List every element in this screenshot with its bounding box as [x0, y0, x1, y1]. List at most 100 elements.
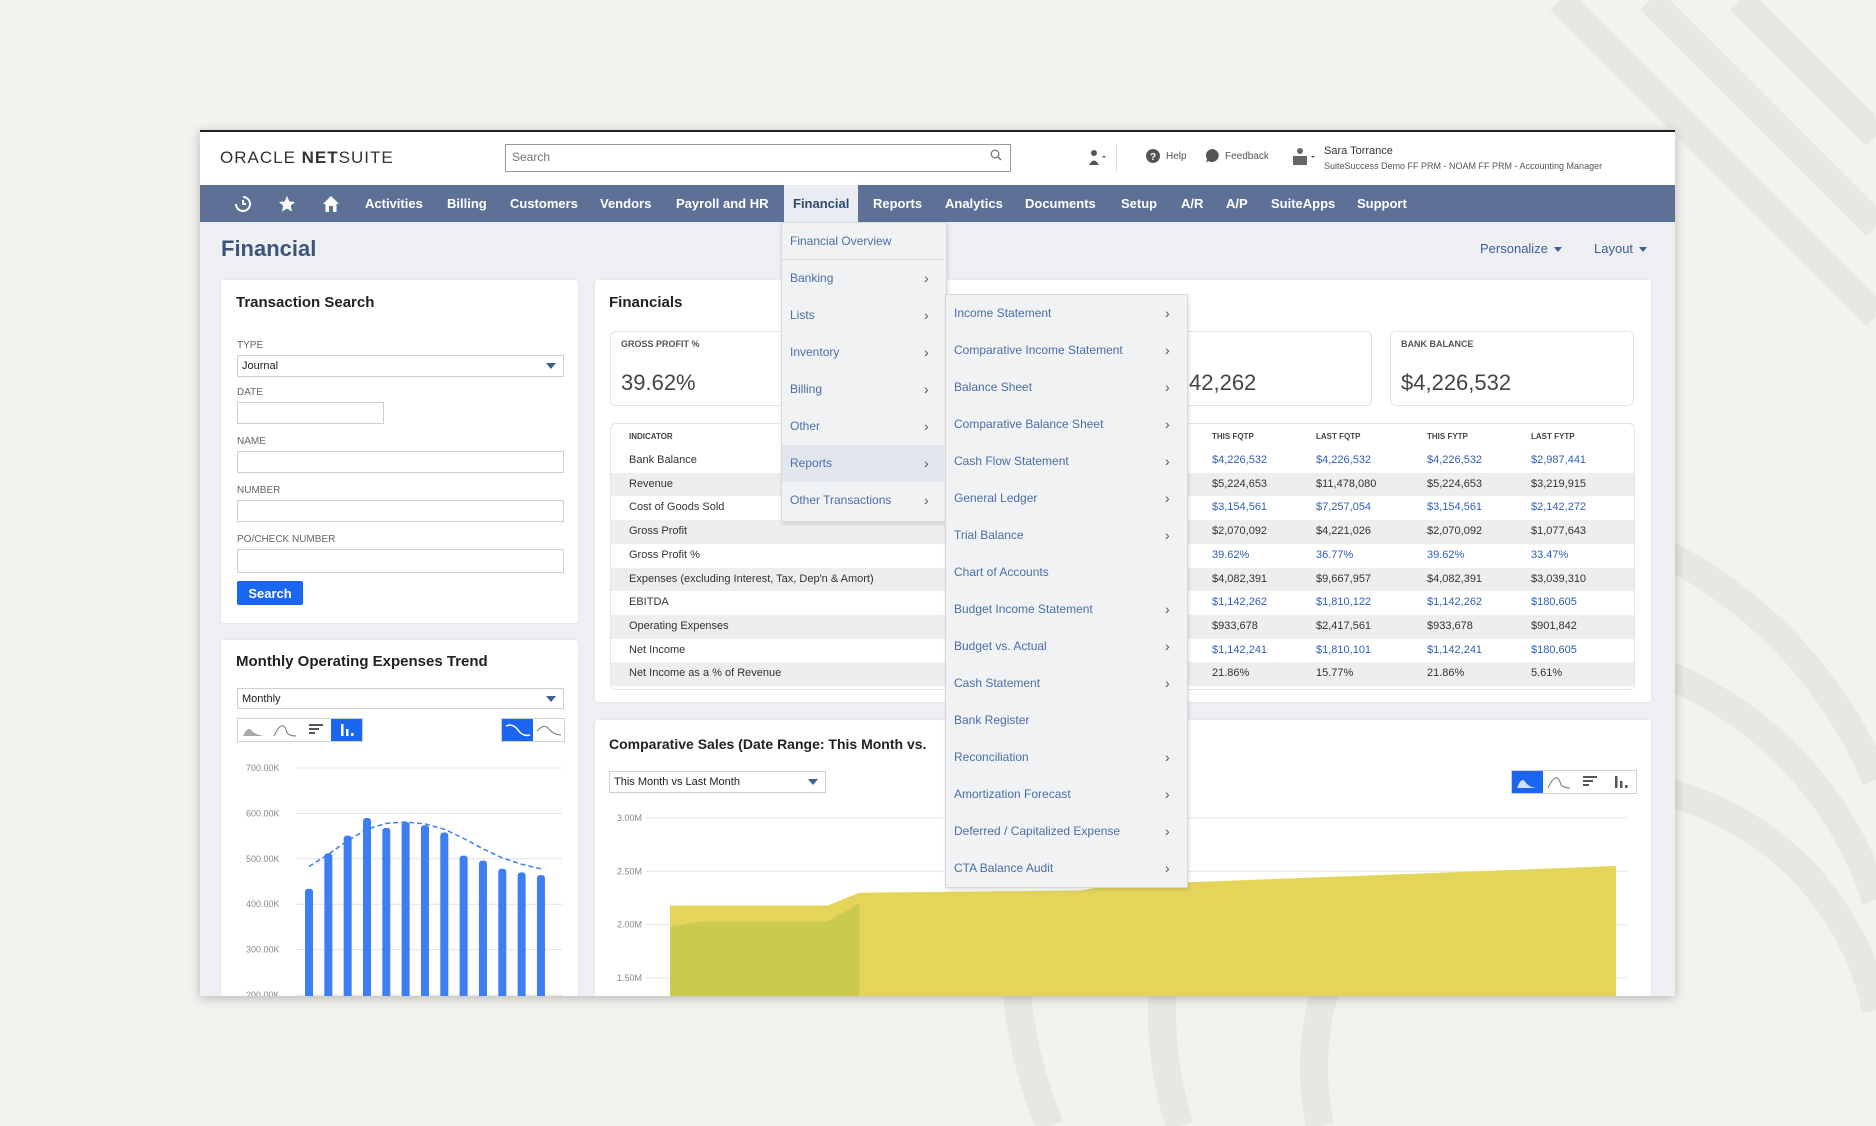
table-cell-value[interactable]: $2,142,272	[1531, 501, 1586, 513]
menu-item-reconciliation[interactable]: Reconciliation ›	[946, 739, 1185, 776]
menu-item-amortization-forecast[interactable]: Amortization Forecast ›	[946, 776, 1185, 813]
bar[interactable]	[382, 827, 391, 996]
table-cell-value[interactable]: 39.62%	[1212, 549, 1249, 561]
layout-button[interactable]: Layout	[1594, 241, 1648, 256]
bar[interactable]	[536, 875, 545, 996]
table-cell-value[interactable]: $180,605	[1531, 644, 1577, 656]
po-check-number-input[interactable]	[237, 549, 564, 573]
table-cell-value: $4,221,026	[1316, 525, 1372, 538]
nav-reports[interactable]: Reports	[873, 185, 922, 222]
role-icon[interactable]	[1290, 146, 1318, 168]
table-cell-value[interactable]: $1,810,122	[1316, 596, 1371, 608]
menu-item-trial-balance[interactable]: Trial Balance ›	[946, 517, 1185, 554]
nav-financial[interactable]: Financial	[784, 185, 859, 222]
menu-item-lists[interactable]: Lists ›	[782, 297, 944, 334]
menu-item-banking[interactable]: Banking ›	[782, 260, 944, 297]
bar[interactable]	[517, 872, 526, 996]
menu-item-chart-of-accounts[interactable]: Chart of Accounts	[946, 554, 1185, 591]
nav-a-r[interactable]: A/R	[1181, 185, 1203, 222]
menu-item-other[interactable]: Other ›	[782, 408, 944, 445]
nav-activities[interactable]: Activities	[365, 185, 423, 222]
kpi-card-bank-balance[interactable]: BANK BALANCE $4,226,532	[1390, 331, 1634, 406]
table-cell-value[interactable]: $1,142,241	[1427, 644, 1482, 656]
nav-support[interactable]: Support	[1357, 185, 1407, 222]
user-name[interactable]: Sara Torrance	[1324, 145, 1393, 157]
table-cell-value[interactable]: $3,154,561	[1427, 501, 1482, 513]
help-link[interactable]: Help	[1166, 151, 1187, 162]
chevron-right-icon: ›	[924, 418, 929, 434]
menu-item-comparative-balance-sheet[interactable]: Comparative Balance Sheet ›	[946, 406, 1185, 443]
star-icon[interactable]	[277, 194, 297, 214]
table-cell-value[interactable]: $2,987,441	[1531, 454, 1586, 466]
nav-a-p[interactable]: A/P	[1226, 185, 1248, 222]
table-cell-value[interactable]: $4,226,532	[1427, 454, 1482, 466]
number-input[interactable]	[237, 500, 564, 522]
table-cell-value[interactable]: $7,257,054	[1316, 501, 1371, 513]
nav-payroll-and-hr[interactable]: Payroll and HR	[676, 185, 768, 222]
nav-customers[interactable]: Customers	[510, 185, 578, 222]
user-switch-icon[interactable]	[1086, 148, 1108, 168]
table-cell-value[interactable]: $3,154,561	[1212, 501, 1267, 513]
nav-documents[interactable]: Documents	[1025, 185, 1096, 222]
header-divider	[1116, 144, 1117, 172]
bar[interactable]	[401, 822, 410, 996]
table-cell-indicator: Revenue	[629, 477, 674, 490]
table-cell-value[interactable]: $180,605	[1531, 596, 1577, 608]
table-cell-value[interactable]: $1,810,101	[1316, 644, 1371, 656]
menu-item-inventory[interactable]: Inventory ›	[782, 334, 944, 371]
nav-setup[interactable]: Setup	[1121, 185, 1157, 222]
menu-item-reports[interactable]: Reports ›	[782, 445, 944, 482]
portlet-title: Financials	[609, 294, 683, 311]
table-cell-value: $3,219,915	[1531, 477, 1587, 490]
recent-icon[interactable]	[233, 194, 253, 214]
menu-item-other-transactions[interactable]: Other Transactions ›	[782, 482, 944, 519]
menu-item-budget-vs-actual[interactable]: Budget vs. Actual ›	[946, 628, 1185, 665]
menu-item-financial-overview[interactable]: Financial Overview	[782, 223, 944, 260]
table-cell-value[interactable]: $1,142,241	[1212, 644, 1267, 656]
menu-item-budget-income-statement[interactable]: Budget Income Statement ›	[946, 591, 1185, 628]
bar[interactable]	[362, 817, 371, 996]
bar[interactable]	[305, 888, 313, 996]
menu-item-billing[interactable]: Billing ›	[782, 371, 944, 408]
menu-item-deferred-capitalized-expense[interactable]: Deferred / Capitalized Expense ›	[946, 813, 1185, 850]
menu-item-comparative-income-statement[interactable]: Comparative Income Statement ›	[946, 332, 1185, 369]
bar[interactable]	[478, 860, 487, 996]
table-cell-value[interactable]: $4,226,532	[1316, 454, 1371, 466]
oracle-netsuite-logo[interactable]: ORACLE NETSUITE	[220, 148, 394, 168]
bar[interactable]	[440, 832, 449, 996]
type-select[interactable]: Journal	[237, 355, 564, 377]
menu-item-cash-statement[interactable]: Cash Statement ›	[946, 665, 1185, 702]
nav-analytics[interactable]: Analytics	[945, 185, 1003, 222]
bar[interactable]	[343, 835, 352, 996]
bar[interactable]	[498, 868, 507, 996]
table-cell-value[interactable]: 39.62%	[1427, 549, 1464, 561]
table-cell-value[interactable]: $1,142,262	[1212, 596, 1267, 608]
menu-item-bank-register[interactable]: Bank Register	[946, 702, 1185, 739]
menu-item-cash-flow-statement[interactable]: Cash Flow Statement ›	[946, 443, 1185, 480]
bar[interactable]	[324, 853, 333, 996]
help-icon[interactable]: ?	[1145, 148, 1161, 164]
bar[interactable]	[459, 855, 468, 996]
personalize-button[interactable]: Personalize	[1480, 241, 1562, 256]
nav-vendors[interactable]: Vendors	[600, 185, 651, 222]
feedback-link[interactable]: Feedback	[1225, 151, 1269, 162]
date-input[interactable]	[237, 402, 384, 424]
nav-billing[interactable]: Billing	[447, 185, 487, 222]
table-cell-value[interactable]: $4,226,532	[1212, 454, 1267, 466]
menu-item-balance-sheet[interactable]: Balance Sheet ›	[946, 369, 1185, 406]
search-input[interactable]	[506, 145, 978, 169]
table-cell-value[interactable]: 36.77%	[1316, 549, 1353, 561]
name-input[interactable]	[237, 451, 564, 473]
menu-item-label: Balance Sheet	[954, 380, 1033, 394]
feedback-icon[interactable]	[1204, 148, 1220, 164]
search-icon[interactable]	[990, 149, 1002, 161]
table-cell-value[interactable]: 33.47%	[1531, 549, 1568, 561]
menu-item-general-ledger[interactable]: General Ledger ›	[946, 480, 1185, 517]
home-icon[interactable]	[321, 194, 341, 214]
menu-item-income-statement[interactable]: Income Statement ›	[946, 295, 1185, 332]
nav-suiteapps[interactable]: SuiteApps	[1271, 185, 1335, 222]
bar[interactable]	[420, 825, 429, 996]
menu-item-cta-balance-audit[interactable]: CTA Balance Audit ›	[946, 850, 1185, 887]
search-button[interactable]: Search	[237, 581, 303, 605]
table-cell-value[interactable]: $1,142,262	[1427, 596, 1482, 608]
